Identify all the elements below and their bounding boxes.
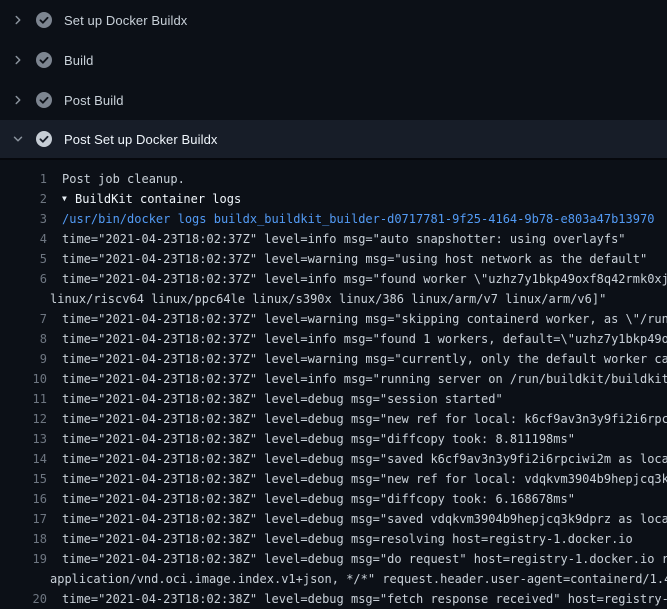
group-title: BuildKit container logs [75,192,241,206]
log-text: time="2021-04-23T18:02:38Z" level=debug … [47,429,575,449]
log-text: time="2021-04-23T18:02:37Z" level=info m… [47,329,667,349]
log-line: 3/usr/bin/docker logs buildx_buildkit_bu… [0,209,667,229]
log-text: time="2021-04-23T18:02:38Z" level=debug … [47,449,667,469]
log-text: time="2021-04-23T18:02:37Z" level=info m… [47,369,667,389]
step-label: Build [64,53,93,68]
log-text: Post job cleanup. [47,169,185,189]
log-line-continuation: application/vnd.oci.image.index.v1+json,… [0,569,667,589]
log-text: time="2021-04-23T18:02:38Z" level=debug … [47,529,633,549]
line-number[interactable]: 14 [0,449,47,469]
log-line: 8time="2021-04-23T18:02:37Z" level=info … [0,329,667,349]
line-number[interactable]: 12 [0,409,47,429]
line-number[interactable]: 9 [0,349,47,369]
line-number[interactable]: 17 [0,509,47,529]
chevron-down-icon[interactable] [10,131,26,147]
log-line: 2▼BuildKit container logs [0,189,667,209]
log-text: linux/riscv64 linux/ppc64le linux/s390x … [47,289,606,309]
log-text: time="2021-04-23T18:02:38Z" level=debug … [47,469,667,489]
log-text: time="2021-04-23T18:02:37Z" level=info m… [47,269,667,289]
steps-panel: Set up Docker Buildx Build Post Build Po… [0,0,667,160]
log-text: time="2021-04-23T18:02:37Z" level=info m… [47,229,626,249]
log-line: 17time="2021-04-23T18:02:38Z" level=debu… [0,509,667,529]
line-number[interactable]: 13 [0,429,47,449]
step-row-post-build[interactable]: Post Build [0,80,667,120]
line-number [0,569,47,589]
log-text: time="2021-04-23T18:02:38Z" level=debug … [47,389,503,409]
line-number [0,289,47,309]
line-number[interactable]: 7 [0,309,47,329]
check-circle-icon [36,131,52,147]
log-line: 5time="2021-04-23T18:02:37Z" level=warni… [0,249,667,269]
log-text: time="2021-04-23T18:02:37Z" level=warnin… [47,349,667,369]
log-text[interactable]: ▼BuildKit container logs [47,189,241,209]
line-number[interactable]: 20 [0,589,47,609]
log-text: time="2021-04-23T18:02:38Z" level=debug … [47,409,667,429]
log-text: time="2021-04-23T18:02:38Z" level=debug … [47,549,667,569]
line-number[interactable]: 1 [0,169,47,189]
line-number[interactable]: 18 [0,529,47,549]
log-line: 19time="2021-04-23T18:02:38Z" level=debu… [0,549,667,569]
line-number[interactable]: 11 [0,389,47,409]
line-number[interactable]: 10 [0,369,47,389]
chevron-right-icon[interactable] [10,52,26,68]
line-number[interactable]: 5 [0,249,47,269]
step-row-post-set-up-docker-buildx[interactable]: Post Set up Docker Buildx [0,120,667,160]
chevron-right-icon[interactable] [10,92,26,108]
step-row-build[interactable]: Build [0,40,667,80]
log-line-continuation: linux/riscv64 linux/ppc64le linux/s390x … [0,289,667,309]
log-line: 11time="2021-04-23T18:02:38Z" level=debu… [0,389,667,409]
log-line: 4time="2021-04-23T18:02:37Z" level=info … [0,229,667,249]
step-row-set-up-docker-buildx[interactable]: Set up Docker Buildx [0,0,667,40]
log-text: time="2021-04-23T18:02:38Z" level=debug … [47,509,667,529]
check-circle-icon [36,12,52,28]
log-text: time="2021-04-23T18:02:38Z" level=debug … [47,589,667,609]
log-text: application/vnd.oci.image.index.v1+json,… [47,569,667,589]
log-line: 10time="2021-04-23T18:02:37Z" level=info… [0,369,667,389]
line-number[interactable]: 15 [0,469,47,489]
log-line: 12time="2021-04-23T18:02:38Z" level=debu… [0,409,667,429]
log-text: time="2021-04-23T18:02:38Z" level=debug … [47,489,575,509]
check-circle-icon [36,52,52,68]
log-line: 20time="2021-04-23T18:02:38Z" level=debu… [0,589,667,609]
command-text: /usr/bin/docker logs buildx_buildkit_bui… [47,209,654,229]
log-text: time="2021-04-23T18:02:37Z" level=warnin… [47,249,647,269]
log-line: 6time="2021-04-23T18:02:37Z" level=info … [0,269,667,289]
log-line: 15time="2021-04-23T18:02:38Z" level=debu… [0,469,667,489]
line-number[interactable]: 4 [0,229,47,249]
log-panel: 1Post job cleanup.2▼BuildKit container l… [0,160,667,609]
line-number[interactable]: 8 [0,329,47,349]
line-number[interactable]: 16 [0,489,47,509]
log-line: 18time="2021-04-23T18:02:38Z" level=debu… [0,529,667,549]
step-label: Post Set up Docker Buildx [64,132,218,147]
log-line: 14time="2021-04-23T18:02:38Z" level=debu… [0,449,667,469]
step-label: Post Build [64,93,124,108]
log-line: 9time="2021-04-23T18:02:37Z" level=warni… [0,349,667,369]
line-number[interactable]: 2 [0,189,47,209]
line-number[interactable]: 6 [0,269,47,289]
check-circle-icon [36,92,52,108]
log-lines: 1Post job cleanup.2▼BuildKit container l… [0,169,667,609]
log-text: time="2021-04-23T18:02:37Z" level=warnin… [47,309,667,329]
chevron-right-icon[interactable] [10,12,26,28]
log-line: 16time="2021-04-23T18:02:38Z" level=debu… [0,489,667,509]
log-line: 1Post job cleanup. [0,169,667,189]
group-collapse-icon[interactable]: ▼ [62,189,75,209]
line-number[interactable]: 3 [0,209,47,229]
line-number[interactable]: 19 [0,549,47,569]
log-line: 13time="2021-04-23T18:02:38Z" level=debu… [0,429,667,449]
log-line: 7time="2021-04-23T18:02:37Z" level=warni… [0,309,667,329]
step-label: Set up Docker Buildx [64,13,187,28]
